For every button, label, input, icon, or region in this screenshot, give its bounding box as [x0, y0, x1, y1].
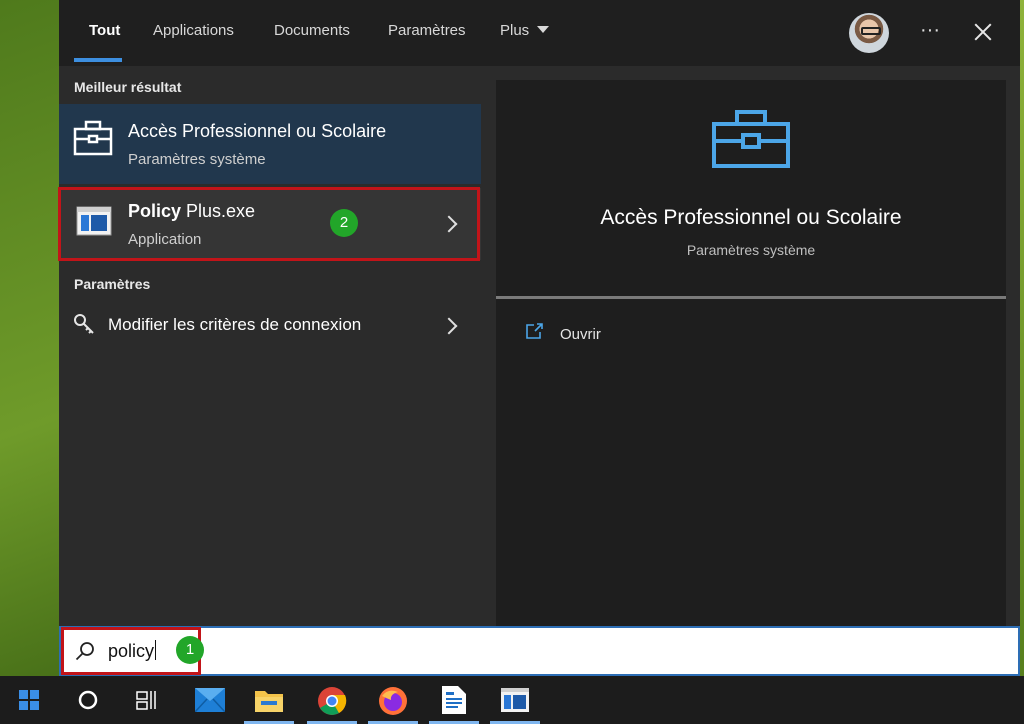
cortana-button[interactable]: [59, 676, 117, 724]
more-options-button[interactable]: ···: [919, 20, 941, 44]
best-result-item[interactable]: Accès Professionnel ou Scolaire Paramètr…: [59, 104, 481, 184]
tab-bar: Tout Applications Documents Paramètres P…: [59, 0, 1020, 66]
preview-subtitle: Paramètres système: [686, 242, 816, 258]
start-button[interactable]: [0, 676, 58, 724]
best-result-subtitle: Paramètres système: [128, 151, 266, 168]
preview-divider: [496, 296, 1006, 299]
caret-down-icon: [537, 26, 550, 33]
desktop-background: [1020, 0, 1024, 676]
cortana-icon: [78, 690, 98, 710]
mail-app[interactable]: [181, 676, 239, 724]
document-app[interactable]: [425, 676, 483, 724]
open-action[interactable]: Ouvrir: [560, 326, 601, 343]
windows-start-icon: [19, 690, 39, 710]
tab-more-label: Plus: [500, 22, 530, 39]
policy-plus-app[interactable]: [486, 676, 544, 724]
chrome-app[interactable]: [303, 676, 361, 724]
mail-icon: [195, 688, 225, 712]
tab-more[interactable]: Plus: [500, 22, 550, 44]
open-icon: [526, 323, 543, 339]
file-explorer-app[interactable]: [240, 676, 298, 724]
document-icon: [442, 686, 466, 714]
preview-panel: Accès Professionnel ou Scolaire Paramètr…: [496, 80, 1006, 626]
settings-result-title: Modifier les critères de connexion: [108, 315, 362, 334]
step-badge-2: 2: [330, 209, 358, 237]
active-tab-indicator: [74, 58, 122, 62]
policy-plus-icon: [501, 688, 529, 712]
taskbar: [0, 676, 1024, 724]
key-icon: [74, 314, 94, 334]
best-result-title: Accès Professionnel ou Scolaire: [128, 121, 387, 141]
section-title-settings: Paramètres: [74, 276, 151, 292]
step-badge-1: 1: [176, 636, 204, 664]
tab-documents[interactable]: Documents: [274, 22, 350, 44]
briefcase-icon: [73, 120, 113, 156]
firefox-app[interactable]: [364, 676, 422, 724]
tab-all[interactable]: Tout: [89, 22, 120, 44]
settings-result-item[interactable]: Modifier les critères de connexion: [59, 304, 481, 346]
tab-settings[interactable]: Paramètres: [388, 22, 466, 44]
file-explorer-icon: [255, 691, 283, 712]
tab-applications[interactable]: Applications: [153, 22, 234, 44]
avatar[interactable]: [849, 13, 889, 53]
preview-title: Accès Professionnel ou Scolaire: [600, 206, 902, 229]
briefcase-icon: [712, 110, 790, 168]
task-view-button[interactable]: [118, 676, 176, 724]
chrome-icon: [318, 687, 347, 715]
firefox-icon: [379, 687, 407, 715]
section-title-best-result: Meilleur résultat: [74, 79, 182, 95]
task-view-icon: [136, 691, 156, 710]
chevron-right-icon[interactable]: [440, 317, 458, 335]
policy-highlight-frame: [58, 187, 480, 261]
close-button[interactable]: [971, 20, 995, 44]
